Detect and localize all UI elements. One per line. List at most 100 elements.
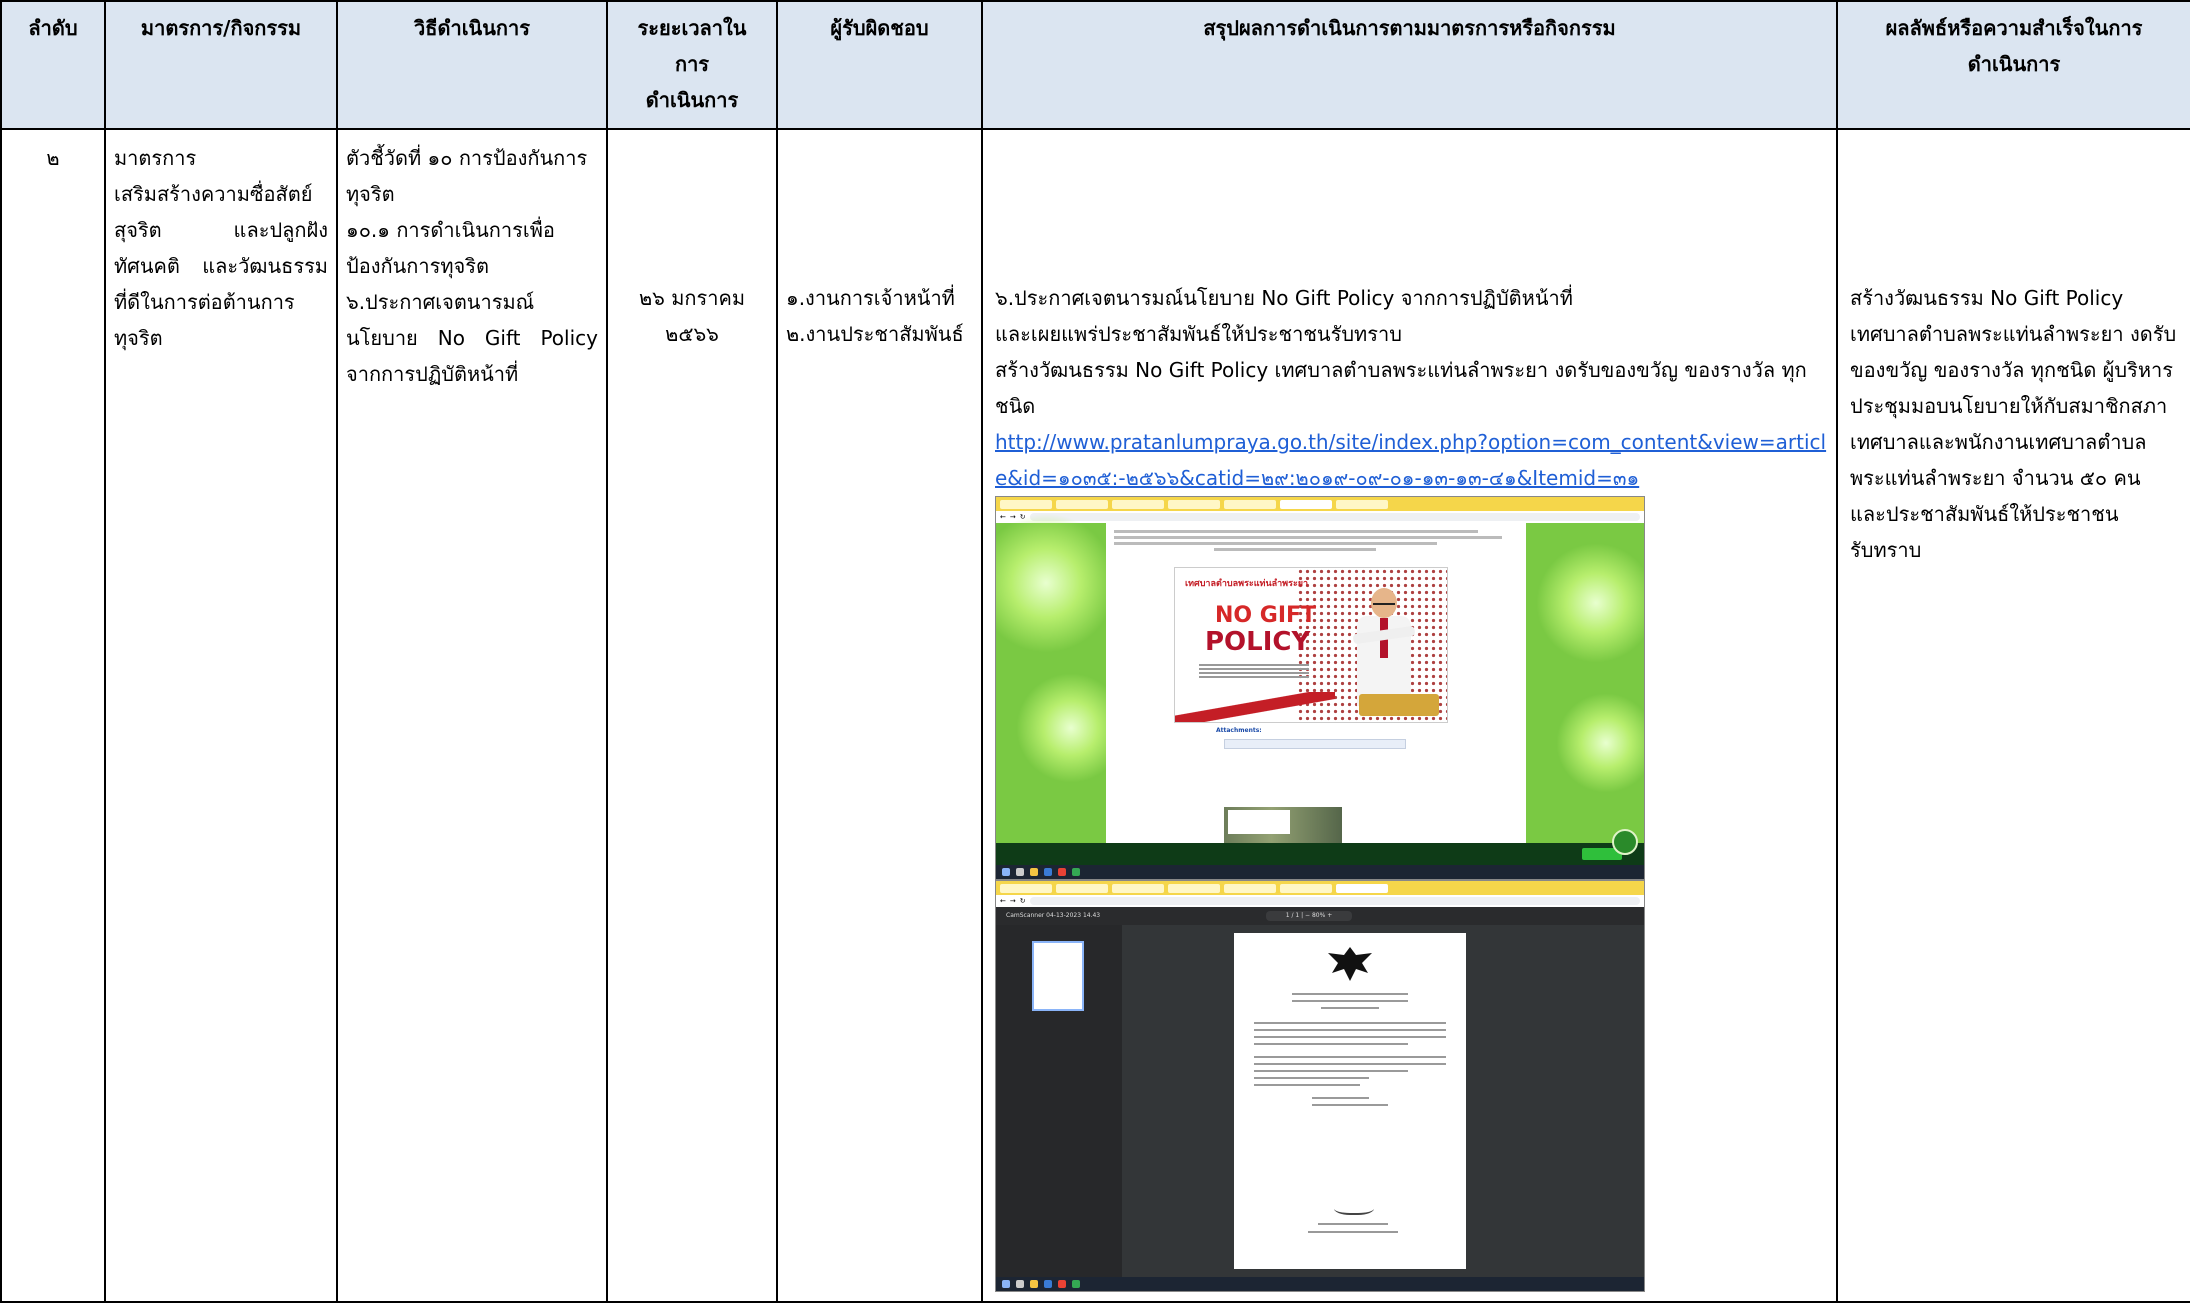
measure-line: สุจริต และปลูกฝัง xyxy=(114,218,328,242)
method-line: ป้องกันการทุจริต xyxy=(346,254,489,278)
measure-line: ที่ดีในการต่อต้านการ xyxy=(114,290,295,314)
browser-tab xyxy=(1224,883,1276,893)
browser-tab xyxy=(1056,499,1108,509)
method-line: ตัวชี้วัดที่ ๑๐ การป้องกันการ xyxy=(346,146,588,170)
header-duration: ระยะเวลาใน การ ดำเนินการ xyxy=(606,0,778,130)
measure-line: มาตรการ xyxy=(114,146,197,170)
method-line: ๑๐.๑ การดำเนินการเพื่อ xyxy=(346,218,555,242)
thumbnail-panel xyxy=(996,925,1122,1277)
report-table: ลำดับ มาตรการ/กิจกรรม วิธีดำเนินการ ระยะ… xyxy=(0,0,2190,1303)
cookie-banner xyxy=(996,829,1644,865)
summary-line: และเผยแพร่ประชาสัมพันธ์ให้ประชาชนรับทราบ xyxy=(995,322,1402,346)
website-page: เทศบาลตำบลพระแท่นลำพระยา NO GIFT POLICY xyxy=(996,513,1644,843)
browser-tab xyxy=(1336,883,1388,893)
pdf-title: CamScanner 04-13-2023 14.43 xyxy=(1006,912,1101,919)
article-area: เทศบาลตำบลพระแท่นลำพระยา NO GIFT POLICY xyxy=(1106,523,1526,843)
search-icon xyxy=(1016,868,1024,876)
pdf-toolbar: CamScanner 04-13-2023 14.43 1 / 1 | − 80… xyxy=(996,907,1644,925)
summary-line: ชนิด xyxy=(995,394,1036,418)
browser-tab xyxy=(1168,883,1220,893)
duration-line: ๒๖ มกราคม xyxy=(638,286,746,310)
result-cell: สร้างวัฒนธรรม No Gift Policy เทศบาลตำบลพ… xyxy=(1836,128,2190,1303)
article-text xyxy=(1106,523,1526,555)
signature xyxy=(1334,1199,1374,1215)
summary-line: ๖.ประกาศเจตนารมณ์นโยบาย No Gift Policy จ… xyxy=(995,286,1573,310)
row-number: ๒ xyxy=(0,128,106,1303)
edge-icon xyxy=(1044,868,1052,876)
edge-icon xyxy=(1044,1280,1052,1288)
poster-policy: POLICY xyxy=(1205,627,1311,657)
header-summary: สรุปผลการดำเนินการตามมาตรการหรือกิจกรรม xyxy=(981,0,1838,130)
browser-tab xyxy=(1336,499,1388,509)
browser-tab xyxy=(1112,499,1164,509)
browser-tab xyxy=(1056,883,1108,893)
measure-line: ทัศนคติ และวัฒนธรรม xyxy=(114,254,328,278)
windows-icon xyxy=(1002,868,1010,876)
search-icon xyxy=(1016,1280,1024,1288)
method-line: ๖.ประกาศเจตนารมณ์ xyxy=(346,290,535,314)
header-method: วิธีดำเนินการ xyxy=(336,0,608,130)
result-line: และประชาสัมพันธ์ให้ประชาชน xyxy=(1850,502,2119,526)
attachment-file xyxy=(1224,739,1406,749)
url-field xyxy=(1029,897,1640,905)
method-line: จากการปฏิบัติหน้าที่ xyxy=(346,362,519,386)
result-line: สร้างวัฒนธรรม No Gift Policy xyxy=(1850,286,2124,310)
address-bar: ← → ↻ xyxy=(996,895,1644,907)
result-line: เทศบาลและพนักงานเทศบาลตำบล xyxy=(1850,430,2147,454)
header-row: ลำดับ มาตรการ/กิจกรรม วิธีดำเนินการ ระยะ… xyxy=(0,0,2190,130)
header-result: ผลลัพธ์หรือความสำเร็จในการ ดำเนินการ xyxy=(1836,0,2190,130)
method-cell: ตัวชี้วัดที่ ๑๐ การป้องกันการ ทุจริต ๑๐.… xyxy=(336,128,608,1303)
website-screenshot: ← → ↻ xyxy=(995,496,1645,880)
taskbar xyxy=(996,1277,1644,1291)
red-swoosh xyxy=(1175,692,1335,722)
windows-icon xyxy=(1002,1280,1010,1288)
browser-tab xyxy=(1000,499,1052,509)
back-icon: ← xyxy=(1000,897,1006,905)
bokeh-light xyxy=(1556,693,1644,793)
browser-tab xyxy=(1112,883,1164,893)
app-icon xyxy=(1072,1280,1080,1288)
browser-tab xyxy=(1280,883,1332,893)
measure-cell: มาตรการ เสริมสร้างความซื่อสัตย์ สุจริต แ… xyxy=(104,128,338,1303)
result-line: ประชุมมอบนโยบายให้กับสมาชิกสภา xyxy=(1850,394,2168,418)
gold-ribbon xyxy=(1359,694,1439,716)
method-line: นโยบาย No Gift Policy xyxy=(346,326,598,350)
poster-subtext xyxy=(1199,662,1309,680)
garuda-emblem-icon xyxy=(1328,947,1372,981)
duration-line: ๒๕๖๖ xyxy=(665,322,719,346)
browser-tab-bar xyxy=(996,881,1644,895)
app-icon xyxy=(1072,868,1080,876)
chrome-icon xyxy=(1058,1280,1066,1288)
news-link[interactable]: http://www.pratanlumpraya.go.th/site/ind… xyxy=(995,424,1828,496)
result-line: รับทราบ xyxy=(1850,538,1922,562)
folder-icon xyxy=(1030,868,1038,876)
no-gift-poster: เทศบาลตำบลพระแท่นลำพระยา NO GIFT POLICY xyxy=(1174,567,1448,723)
page-thumbnail xyxy=(1032,941,1084,1011)
header-responsible: ผู้รับผิดชอบ xyxy=(776,0,983,130)
header-number: ลำดับ xyxy=(0,0,106,130)
result-line: เทศบาลตำบลพระแท่นลำพระยา งดรับ xyxy=(1850,322,2177,346)
result-line: พระแท่นลำพระยา จำนวน ๕๐ คน xyxy=(1850,466,2141,490)
poster-no-gift: NO GIFT xyxy=(1215,603,1317,628)
browser-tab xyxy=(1280,499,1332,509)
announcement-text xyxy=(1254,993,1446,1111)
measure-line: เสริมสร้างความซื่อสัตย์ xyxy=(114,182,313,206)
bokeh-light xyxy=(996,513,1116,653)
back-icon: ← xyxy=(1000,513,1006,521)
map-thumbnail xyxy=(1224,807,1342,843)
url-field xyxy=(1029,513,1640,521)
table-row: ๒ มาตรการ เสริมสร้างความซื่อสัตย์ สุจริต… xyxy=(0,128,2190,1303)
zoom-control: 1 / 1 | − 80% + xyxy=(1266,911,1352,921)
browser-tab xyxy=(1224,499,1276,509)
duration-cell: ๒๖ มกราคม ๒๕๖๖ xyxy=(606,128,778,1303)
browser-tab xyxy=(1000,883,1052,893)
taskbar xyxy=(996,865,1644,879)
result-line: ของขวัญ ของรางวัล ทุกชนิด ผู้บริหาร xyxy=(1850,358,2173,382)
chrome-icon xyxy=(1058,868,1066,876)
address-bar: ← → ↻ xyxy=(996,511,1644,523)
poster-title: เทศบาลตำบลพระแท่นลำพระยา xyxy=(1185,579,1309,589)
method-line: ทุจริต xyxy=(346,182,395,206)
measure-line: ทุจริต xyxy=(114,326,163,350)
map-card xyxy=(1228,810,1290,834)
header-measure: มาตรการ/กิจกรรม xyxy=(104,0,338,130)
